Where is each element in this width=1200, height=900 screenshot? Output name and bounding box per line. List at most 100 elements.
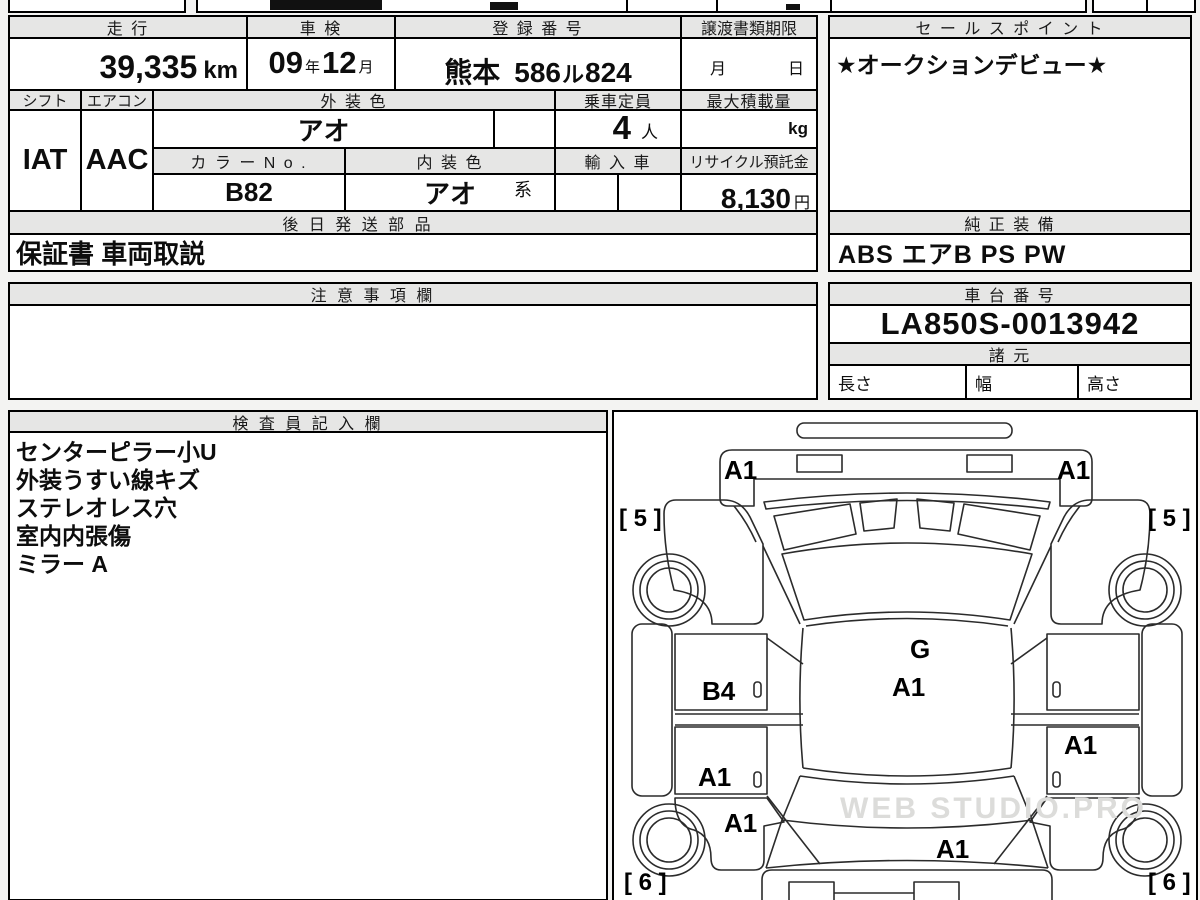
interior-color-suffix: 系: [514, 180, 532, 200]
shaken-month-unit: 月: [358, 59, 374, 76]
shift-value: IAT: [8, 109, 82, 212]
exterior-color-value: アオ: [152, 109, 495, 149]
registration-region: 熊本: [444, 57, 501, 88]
registration-header: 登 録 番 号: [394, 15, 682, 39]
color-no-value: B82: [152, 173, 346, 212]
shaken-month: 12: [322, 45, 357, 80]
damage-code-roof: A1: [892, 672, 926, 702]
damage-code-left-rear-door: A1: [698, 762, 732, 792]
inspector-note: 室内内張傷: [16, 523, 131, 549]
exterior-color-empty-cell: [493, 109, 556, 149]
cropped-row-cell: [1146, 0, 1196, 13]
cropped-text-fragment: [270, 0, 382, 10]
aircon-value: AAC: [80, 109, 154, 212]
damage-code-left-quarter: A1: [724, 808, 758, 838]
parts-text: 保証書 車両取説: [16, 239, 206, 269]
capacity-value: 4 人: [554, 109, 682, 149]
inspector-note: ミラー A: [16, 551, 108, 577]
inspector-note: センターピラー小U: [16, 439, 217, 465]
exterior-color-text: アオ: [297, 115, 350, 146]
damage-code-right-rear-door: A1: [1064, 730, 1098, 760]
tire-rating-rear-right: [ 6 ]: [1148, 869, 1191, 896]
chassis-header: 車 台 番 号: [828, 282, 1192, 306]
parts-header: 後 日 発 送 部 品: [8, 210, 818, 235]
interior-color-text: アオ: [423, 179, 476, 209]
damage-code-rear-panel: A1: [936, 834, 970, 864]
length-label: 長さ: [838, 374, 872, 394]
transfer-day-unit: 日: [788, 61, 805, 78]
mileage-value: 39,335 km: [8, 37, 248, 91]
import-empty-cell-1: [554, 173, 619, 212]
transfer-docs-header: 譲渡書類期限: [680, 15, 818, 39]
import-empty-cell-2: [617, 173, 682, 212]
equipment-value: ABS エアB PS PW: [828, 233, 1192, 272]
import-header: 輸 入 車: [554, 147, 682, 175]
car-damage-diagram: WEB STUDIO.PRO A1 A1 [ 5 ] [ 5 ] G B4 A1…: [612, 410, 1198, 900]
aircon-header: エアコン: [80, 89, 154, 111]
chassis-number: LA850S-0013942: [880, 306, 1140, 341]
registration-serial: 824: [585, 57, 632, 88]
transfer-month-unit: 月: [710, 61, 727, 78]
capacity-header: 乗車定員: [554, 89, 682, 111]
mileage-header: 走 行: [8, 15, 248, 39]
inspector-note: ステレオレス穴: [16, 495, 177, 521]
max-load-unit: kg: [788, 119, 808, 138]
damage-code-front-bumper-right: A1: [1057, 455, 1091, 485]
equipment-text: ABS エアB PS PW: [838, 240, 1067, 269]
width-label: 幅: [975, 374, 992, 394]
notes-box: [8, 304, 818, 400]
damage-code-windshield: G: [910, 634, 931, 664]
shift-text: IAT: [22, 144, 68, 176]
shift-header: シフト: [8, 89, 82, 111]
dimensions-header: 諸 元: [828, 342, 1192, 366]
tire-rating-front-right: [ 5 ]: [1148, 505, 1191, 532]
color-no-header: カ ラ ー N o .: [152, 147, 346, 175]
shaken-value: 09 年 12 月: [246, 37, 396, 91]
auction-sheet: 走 行 車 検 登 録 番 号 譲渡書類期限 セ ー ル ス ポ イ ン ト 3…: [0, 0, 1200, 900]
max-load-header: 最大積載量: [680, 89, 818, 111]
car-outline-drawing: [631, 422, 1183, 900]
notes-header: 注 意 事 項 欄: [8, 282, 818, 306]
tire-rating-front-left: [ 5 ]: [619, 505, 662, 532]
recycle-header: リサイクル預託金: [680, 147, 818, 175]
shaken-year-unit: 年: [304, 59, 320, 76]
notes-header-text: 注 意 事 項 欄: [310, 288, 436, 305]
inspector-box: センターピラー小U 外装うすい線キズ ステレオレス穴 室内内張傷 ミラー A: [8, 431, 608, 900]
damage-code-front-bumper-left: A1: [724, 455, 758, 485]
width-cell: 幅: [965, 364, 1079, 400]
shaken-year: 09: [268, 45, 303, 80]
recycle-value: 8,130 円: [680, 173, 818, 214]
registration-kana: ル: [562, 62, 585, 87]
capacity-number: 4: [612, 109, 631, 146]
height-label: 高さ: [1087, 374, 1121, 394]
sales-point-header: セ ー ル ス ポ イ ン ト: [828, 15, 1192, 39]
sales-point-text: ★オークションデビュー★: [836, 52, 1108, 78]
mileage-unit: km: [203, 57, 238, 84]
shaken-header: 車 検: [246, 15, 396, 39]
capacity-unit: 人: [641, 123, 658, 142]
registration-number: 586: [514, 57, 561, 88]
cropped-row-cell: [716, 0, 832, 13]
inspector-header: 検 査 員 記 入 欄: [8, 410, 608, 433]
parts-header-text: 後 日 発 送 部 品: [282, 216, 434, 234]
damage-code-left-front-door: B4: [702, 676, 736, 706]
transfer-docs-value: 月 日: [680, 37, 818, 91]
mileage-number: 39,335: [99, 49, 198, 85]
parts-value: 保証書 車両取説: [8, 233, 818, 272]
cropped-row-cell: [830, 0, 1087, 13]
equipment-header: 純 正 装 備: [828, 210, 1192, 235]
chassis-value: LA850S-0013942: [828, 304, 1192, 344]
tire-rating-rear-left: [ 6 ]: [624, 869, 667, 896]
interior-color-header: 内 装 色: [344, 147, 556, 175]
aircon-text: AAC: [85, 144, 149, 176]
color-no-text: B82: [225, 177, 273, 207]
cropped-row-cell: [196, 0, 628, 13]
sales-point-value: ★オークションデビュー★: [828, 37, 1192, 212]
watermark: WEB STUDIO.PRO: [840, 792, 1148, 825]
cropped-text-fragment: [786, 4, 800, 10]
length-cell: 長さ: [828, 364, 967, 400]
cropped-row-cell: [8, 0, 186, 13]
inspector-note: 外装うすい線キズ: [16, 467, 200, 493]
interior-color-value: アオ 系: [344, 173, 556, 212]
cropped-row-cell: [1092, 0, 1148, 13]
